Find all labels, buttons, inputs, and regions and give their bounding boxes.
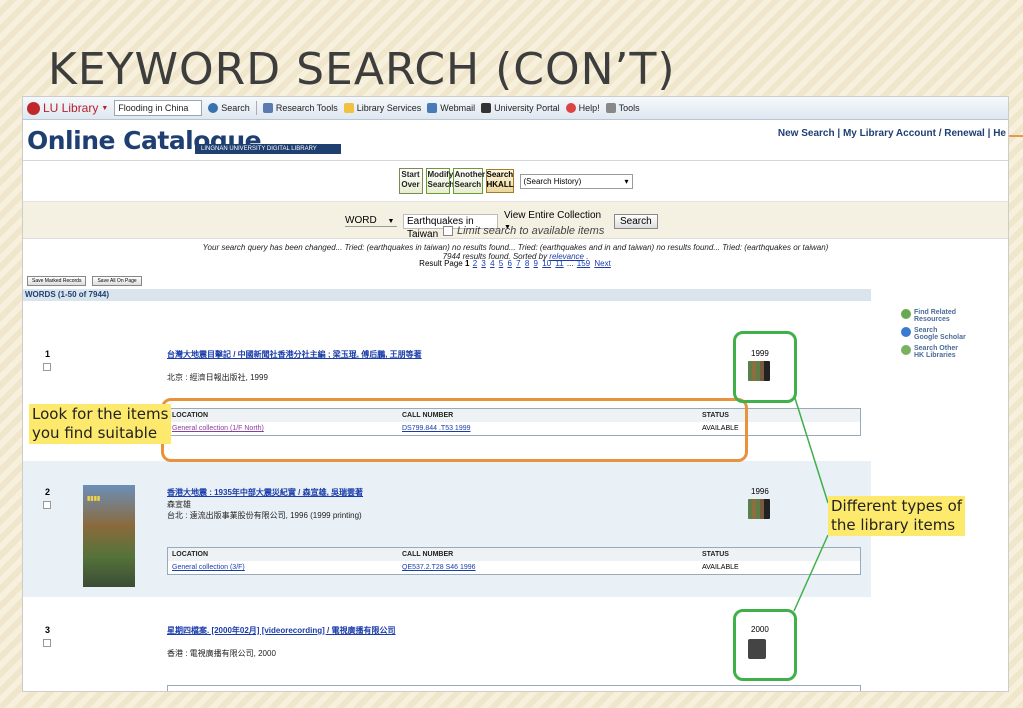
connector-line [793,534,829,612]
annotation-line: you find suitable [32,424,158,442]
annotation-label-right: Different types of the library items [828,496,966,536]
annotation-connectors [793,394,829,612]
connector-line [793,394,829,504]
annotation-label-left: Look for the items you find suitable [29,404,172,444]
annotation-line: Look for the items [32,405,169,423]
annotation-line: the library items [831,516,956,534]
annotation-line: Different types of [831,497,963,515]
